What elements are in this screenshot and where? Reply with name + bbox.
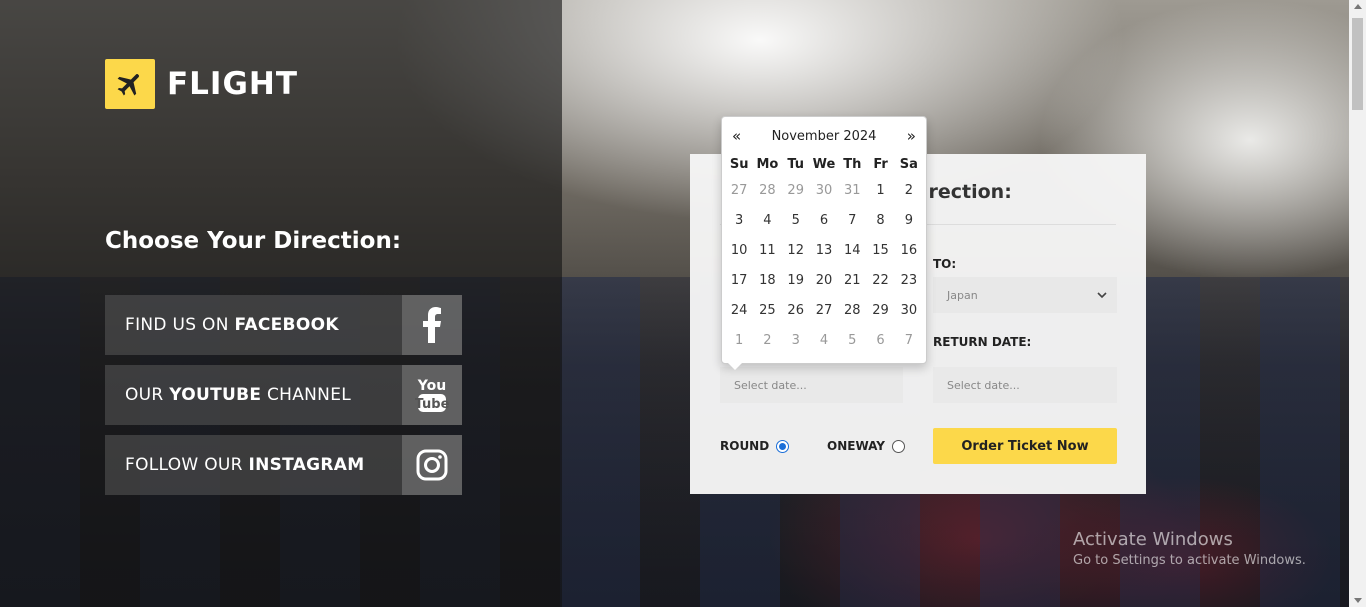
airplane-icon	[105, 59, 155, 109]
calendar-day[interactable]: 10	[725, 236, 753, 266]
return-date-input[interactable]: Select date...	[933, 367, 1117, 403]
oneway-label: ONEWAY	[827, 439, 885, 453]
round-option[interactable]: ROUND	[720, 439, 790, 453]
month-label[interactable]: November 2024	[772, 129, 877, 144]
oneway-radio[interactable]	[891, 439, 905, 453]
facebook-label-bold: FACEBOOK	[234, 315, 339, 335]
calendar-day[interactable]: 6	[866, 326, 894, 356]
instagram-label: FOLLOW OUR INSTAGRAM	[105, 455, 402, 475]
round-label: ROUND	[720, 439, 770, 453]
calendar-day[interactable]: 31	[838, 176, 866, 206]
youtube-label-suffix: CHANNEL	[261, 385, 352, 405]
calendar-day[interactable]: 28	[838, 296, 866, 326]
calendar-day[interactable]: 27	[810, 296, 838, 326]
calendar-day[interactable]: 30	[810, 176, 838, 206]
calendar-day[interactable]: 12	[782, 236, 810, 266]
calendar-day[interactable]: 22	[866, 266, 894, 296]
calendar-day[interactable]: 4	[810, 326, 838, 356]
calendar-day[interactable]: 25	[753, 296, 781, 326]
instagram-link[interactable]: FOLLOW OUR INSTAGRAM	[105, 435, 462, 495]
youtube-icon: You Tube	[402, 365, 462, 425]
calendar-day[interactable]: 16	[895, 236, 923, 266]
instagram-label-bold: INSTAGRAM	[248, 455, 365, 475]
calendar-day[interactable]: 30	[895, 296, 923, 326]
calendar-day[interactable]: 26	[782, 296, 810, 326]
calendar-day[interactable]: 27	[725, 176, 753, 206]
to-label: TO:	[933, 257, 957, 271]
windows-activation-watermark: Activate Windows Go to Settings to activ…	[1073, 529, 1306, 568]
youtube-label-bold: YOUTUBE	[169, 385, 262, 405]
brand-logo[interactable]: FLIGHT	[105, 59, 298, 109]
weekday-header: We	[812, 157, 836, 172]
scroll-thumb[interactable]	[1352, 18, 1363, 110]
calendar-day[interactable]: 3	[725, 206, 753, 236]
oneway-option[interactable]: ONEWAY	[827, 439, 905, 453]
panel-title: irection:	[922, 181, 1012, 203]
order-ticket-button[interactable]: Order Ticket Now	[933, 428, 1117, 464]
weekday-header: Su	[729, 157, 749, 172]
instagram-label-prefix: FOLLOW OUR	[125, 455, 249, 475]
scroll-up-arrow-icon[interactable]	[1354, 4, 1362, 9]
prev-month-button[interactable]: «	[732, 127, 741, 145]
calendar-day[interactable]: 15	[866, 236, 894, 266]
calendar-day[interactable]: 1	[866, 176, 894, 206]
calendar-day[interactable]: 29	[866, 296, 894, 326]
calendar-day[interactable]: 7	[838, 206, 866, 236]
youtube-label-prefix: OUR	[125, 385, 170, 405]
calendar-day[interactable]: 13	[810, 236, 838, 266]
calendar-day[interactable]: 21	[838, 266, 866, 296]
calendar-day[interactable]: 18	[753, 266, 781, 296]
brand-name: FLIGHT	[167, 66, 298, 102]
chevron-down-icon	[1097, 291, 1107, 298]
calendar-day[interactable]: 4	[753, 206, 781, 236]
calendar-day[interactable]: 17	[725, 266, 753, 296]
page-scrollbar[interactable]	[1349, 0, 1366, 607]
calendar-day[interactable]: 7	[895, 326, 923, 356]
calendar-day[interactable]: 19	[782, 266, 810, 296]
instagram-icon	[402, 435, 462, 495]
weekday-header: Sa	[899, 157, 918, 172]
calendar-day[interactable]: 2	[895, 176, 923, 206]
youtube-link[interactable]: OUR YOUTUBE CHANNEL You Tube	[105, 365, 462, 425]
datepicker-grid: Su Mo Tu We Th Fr Sa 27 28 29 30 31 1 2 3 4 5 6 7 8 9 10 11 12 1…	[725, 154, 923, 356]
calendar-day[interactable]: 9	[895, 206, 923, 236]
calendar-day[interactable]: 11	[753, 236, 781, 266]
watermark-subtitle: Go to Settings to activate Windows.	[1073, 553, 1306, 568]
svg-text:You: You	[417, 378, 446, 394]
facebook-label-prefix: FIND US ON	[125, 315, 235, 335]
weekday-header: Tu	[787, 157, 805, 172]
weekday-header: Mo	[756, 157, 779, 172]
left-title: Choose Your Direction:	[105, 228, 402, 254]
svg-text:Tube: Tube	[415, 397, 449, 412]
calendar-day[interactable]: 28	[753, 176, 781, 206]
scroll-down-arrow-icon[interactable]	[1354, 598, 1362, 603]
calendar-day[interactable]: 23	[895, 266, 923, 296]
next-month-button[interactable]: »	[907, 127, 916, 145]
calendar-day[interactable]: 5	[838, 326, 866, 356]
calendar-day[interactable]: 3	[782, 326, 810, 356]
return-date-label: RETURN DATE:	[933, 335, 1032, 349]
datepicker: « November 2024 » Su Mo Tu We Th Fr Sa 27 28 29 30…	[721, 116, 927, 370]
weekday-header: Th	[843, 157, 862, 172]
round-radio[interactable]	[776, 439, 790, 453]
to-select[interactable]: Japan	[933, 277, 1117, 313]
calendar-day[interactable]: 14	[838, 236, 866, 266]
facebook-link[interactable]: FIND US ON FACEBOOK	[105, 295, 462, 355]
calendar-day[interactable]: 1	[725, 326, 753, 356]
calendar-day[interactable]: 29	[782, 176, 810, 206]
to-select-value: Japan	[947, 288, 978, 302]
datepicker-header: « November 2024 »	[722, 125, 926, 147]
calendar-day[interactable]: 8	[866, 206, 894, 236]
calendar-day[interactable]: 6	[810, 206, 838, 236]
calendar-day[interactable]: 5	[782, 206, 810, 236]
facebook-icon	[402, 295, 462, 355]
calendar-day[interactable]: 24	[725, 296, 753, 326]
depart-date-input[interactable]: Select date...	[720, 367, 903, 403]
watermark-title: Activate Windows	[1073, 529, 1233, 550]
weekday-header: Fr	[873, 157, 888, 172]
calendar-day[interactable]: 2	[753, 326, 781, 356]
youtube-label: OUR YOUTUBE CHANNEL	[105, 385, 402, 405]
calendar-day[interactable]: 20	[810, 266, 838, 296]
facebook-label: FIND US ON FACEBOOK	[105, 315, 402, 335]
